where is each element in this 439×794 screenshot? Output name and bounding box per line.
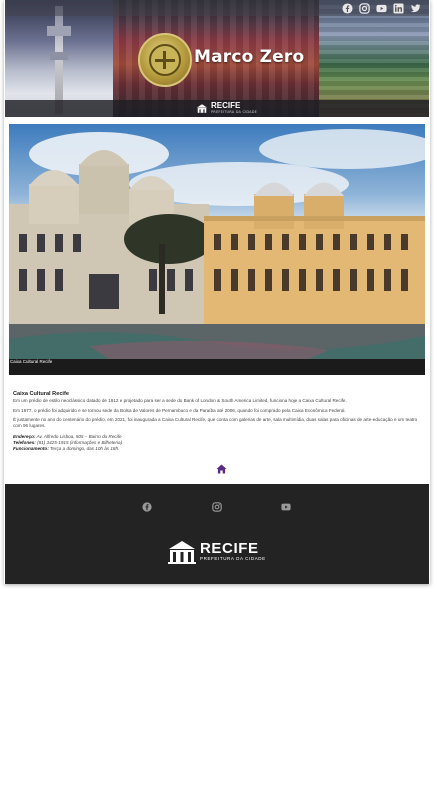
footer-recife-logo[interactable]: RECIFE PREFEITURA DA CIDADE [167,540,266,564]
instagram-icon[interactable] [212,502,222,512]
instagram-icon[interactable] [359,3,370,14]
photo-caption: Caixa Cultural Recife [10,359,53,364]
article-paragraph-2: Em 1977, o prédio foi adquirido e se tor… [13,407,346,413]
photo-caption-bar: Caixa Cultural Recife [9,359,425,375]
header-logo-text: RECIFE [211,101,241,110]
building-illustration [9,129,425,359]
footer-logo-text: RECIFE [200,540,259,557]
header-social-links [342,3,421,14]
facebook-icon[interactable] [342,3,353,14]
hours-line: Funcionamento: Terça a domingo, das 10h … [13,446,425,452]
footer: RECIFE PREFEITURA DA CIDADE [5,484,429,584]
youtube-icon[interactable] [281,502,291,512]
recife-emblem-icon [196,103,208,113]
home-icon[interactable] [216,464,227,474]
phones-label: Telefones: [13,440,36,445]
address-label: Endereço: [13,434,36,439]
header-recife-logo[interactable]: RECIFE PREFEITURA DA CIDADE [196,102,257,114]
facebook-icon[interactable] [142,502,152,512]
city-seal-logo[interactable] [138,33,192,87]
header-logo-subtext: PREFEITURA DA CIDADE [211,110,258,114]
recife-emblem-icon [168,541,196,564]
article-content: Caixa Cultural Recife Em um prédio de es… [13,390,425,452]
site-title[interactable]: Marco Zero [194,47,304,67]
main-photo-caixa-cultural [9,124,425,359]
phones-value: (81) 3425-1915 (informações e Bilheteria… [37,440,123,445]
hours-value: Terça a domingo, das 10h às 18h. [50,446,120,451]
address-value: Av. Alfredo Lisboa, 505 – Bairro do Reci… [36,434,122,439]
footer-social-links [5,502,429,512]
twitter-icon[interactable] [410,3,421,14]
header-banner: Marco Zero RECIFE PREFEITURA DA CIDADE [5,0,429,117]
footer-logo-subtext: PREFEITURA DA CIDADE [200,556,266,561]
hours-label: Funcionamento: [13,446,49,451]
article-paragraph-3: É justamente no ano do centenário do pré… [13,417,418,428]
page-container: Marco Zero RECIFE PREFEITURA DA CIDADE C… [4,0,430,584]
article-heading: Caixa Cultural Recife [13,391,69,397]
youtube-icon[interactable] [376,3,387,14]
venue-info: Endereço: Av. Alfredo Lisboa, 505 – Bair… [13,434,425,452]
linkedin-icon[interactable] [393,3,404,14]
article-paragraph-1: Em um prédio de estilo neoclássico datad… [13,398,347,403]
